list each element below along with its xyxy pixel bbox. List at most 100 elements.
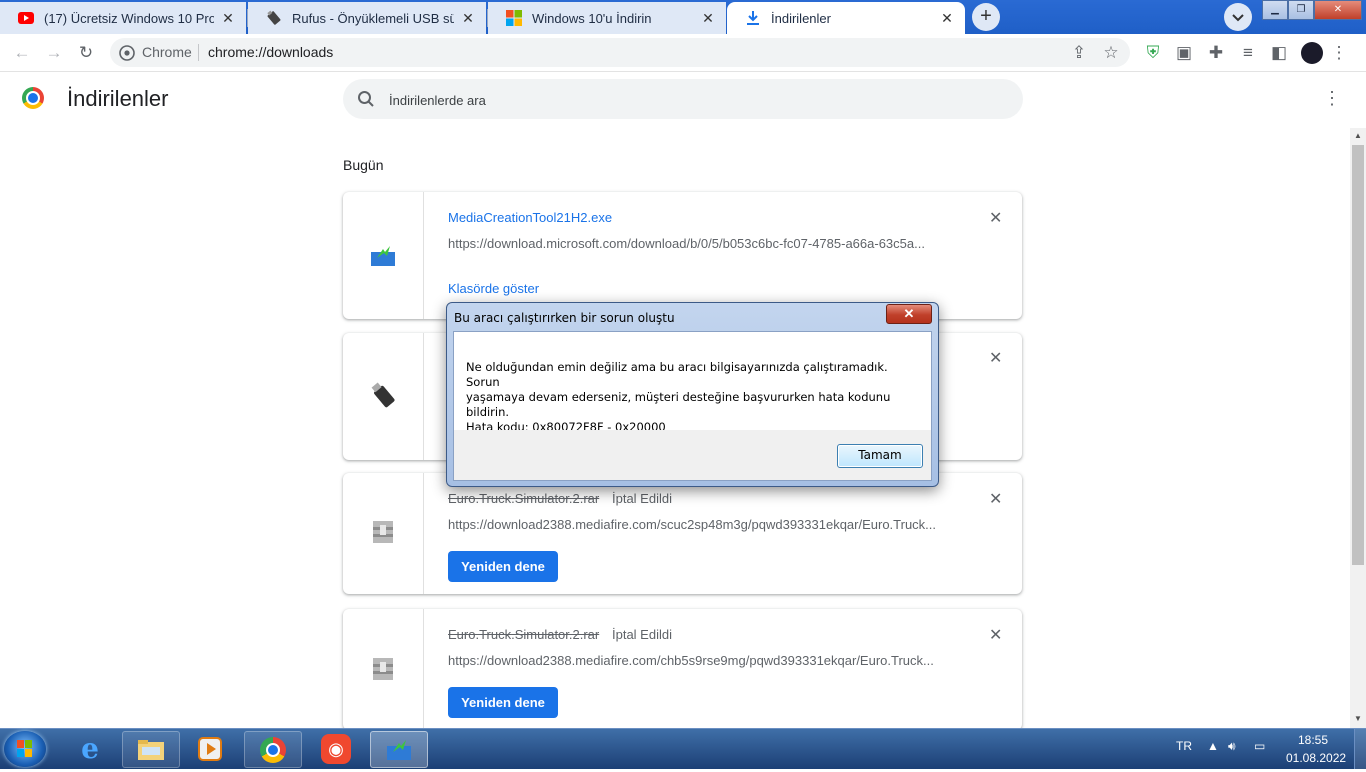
- download-filename: Euro.Truck.Simulator.2.rar: [448, 627, 600, 642]
- bookmark-star-icon[interactable]: ☆: [1100, 42, 1122, 64]
- start-button[interactable]: [4, 731, 46, 767]
- download-status: İptal Edildi: [612, 627, 672, 642]
- show-in-folder-link[interactable]: Klasörde göster: [448, 281, 539, 296]
- chrome-taskbar-icon[interactable]: [244, 731, 302, 768]
- download-url[interactable]: https://download2388.mediafire.com/chb5s…: [448, 653, 934, 668]
- clock-date[interactable]: 01.08.2022: [1286, 751, 1346, 765]
- back-arrow-icon[interactable]: ←: [11, 42, 33, 64]
- media-creation-tool-taskbar-icon[interactable]: [370, 731, 428, 768]
- network-icon[interactable]: ▭: [1254, 739, 1265, 753]
- tab-close-icon[interactable]: ✕: [220, 10, 236, 27]
- minimize-button[interactable]: ▁: [1262, 0, 1288, 20]
- chevron-down-icon: [1232, 14, 1244, 22]
- dialog-message: Ne olduğundan emin değiliz ama bu aracı …: [466, 360, 916, 435]
- ok-button[interactable]: Tamam: [837, 444, 923, 468]
- download-item: Euro.Truck.Simulator.2.rar İptal Edildi …: [343, 609, 1022, 730]
- search-input[interactable]: [387, 87, 991, 113]
- scroll-down-arrow-icon[interactable]: ▼: [1353, 714, 1363, 723]
- error-dialog: Bu aracı çalıştırırken bir sorun oluştu …: [446, 302, 939, 487]
- tab-windows10[interactable]: Windows 10'u İndirin ✕: [488, 2, 726, 34]
- file-icon-column: [343, 192, 424, 319]
- chrome-logo-icon: [22, 87, 44, 109]
- tab-close-icon[interactable]: ✕: [460, 10, 476, 27]
- tab-downloads[interactable]: İndirilenler ✕: [727, 2, 965, 34]
- windows-taskbar: e ◉ TR ▲ 🔊︎ ▭ 18:55 01.08.2022: [0, 728, 1366, 769]
- download-filename[interactable]: MediaCreationTool21H2.exe: [448, 210, 612, 225]
- tab-title: Rufus - Önyüklemeli USB sürücü: [292, 10, 454, 26]
- media-player-taskbar-icon[interactable]: [182, 731, 238, 766]
- forward-arrow-icon[interactable]: →: [43, 42, 65, 64]
- tab-strip: (17) Ücretsiz Windows 10 Pro Na ✕ Rufus …: [0, 0, 1366, 34]
- dialog-message-line: Ne olduğundan emin değiliz ama bu aracı …: [466, 360, 888, 389]
- dialog-title: Bu aracı çalıştırırken bir sorun oluştu: [454, 311, 675, 325]
- retry-button[interactable]: Yeniden dene: [448, 687, 558, 718]
- download-url[interactable]: https://download2388.mediafire.com/scuc2…: [448, 517, 936, 532]
- dialog-close-button[interactable]: ✕: [886, 304, 932, 324]
- volume-icon[interactable]: 🔊︎: [1228, 739, 1236, 754]
- clock-time[interactable]: 18:55: [1298, 733, 1328, 747]
- address-bar[interactable]: Chrome chrome://downloads ⇪ ☆: [110, 38, 1130, 67]
- omnibox-url[interactable]: chrome://downloads: [208, 44, 333, 60]
- download-item: Euro.Truck.Simulator.2.rar İptal Edildi …: [343, 473, 1022, 594]
- reload-icon[interactable]: ↻: [75, 42, 97, 64]
- youtube-icon: [18, 10, 34, 26]
- shield-extension-icon[interactable]: ⛨: [1142, 42, 1164, 64]
- tab-close-icon[interactable]: ✕: [700, 10, 716, 27]
- archive-icon: [373, 658, 393, 680]
- tab-title: Windows 10'u İndirin: [532, 10, 652, 26]
- dialog-footer: Tamam: [454, 430, 931, 480]
- media-queue-icon[interactable]: ≡: [1237, 42, 1259, 64]
- tab-title: (17) Ücretsiz Windows 10 Pro Na: [44, 10, 214, 26]
- download-icon: [745, 10, 761, 26]
- remove-download-icon[interactable]: ✕: [989, 489, 1002, 509]
- show-hidden-icons-icon[interactable]: ▲: [1207, 739, 1219, 753]
- remove-download-icon[interactable]: ✕: [989, 625, 1002, 645]
- remove-download-icon[interactable]: ✕: [989, 208, 1002, 228]
- dialog-message-line: yaşamaya devam ederseniz, müşteri desteğ…: [466, 390, 891, 419]
- remove-download-icon[interactable]: ✕: [989, 348, 1002, 368]
- tab-close-icon[interactable]: ✕: [939, 10, 955, 27]
- show-desktop-button[interactable]: [1354, 729, 1366, 769]
- file-explorer-taskbar-icon[interactable]: [122, 731, 180, 768]
- page-title: İndirilenler: [67, 86, 169, 111]
- share-icon[interactable]: ⇪: [1068, 42, 1090, 64]
- search-icon: [358, 91, 374, 107]
- side-panel-icon[interactable]: ◧: [1268, 42, 1290, 64]
- maximize-button[interactable]: ❐: [1288, 0, 1314, 20]
- date-group-header: Bugün: [343, 157, 384, 173]
- omnibox-divider: [198, 44, 199, 61]
- profile-avatar[interactable]: [1301, 42, 1323, 64]
- scrollbar-thumb[interactable]: [1352, 145, 1364, 565]
- archive-icon: [373, 521, 393, 543]
- dialog-body: Ne olduğundan emin değiliz ama bu aracı …: [453, 331, 932, 481]
- download-item: MediaCreationTool21H2.exe https://downlo…: [343, 192, 1022, 319]
- puzzle-extensions-icon[interactable]: ✚: [1205, 42, 1227, 64]
- tab-title: İndirilenler: [771, 10, 831, 26]
- tab-search-button[interactable]: [1224, 3, 1252, 31]
- more-vertical-icon[interactable]: ⋮: [1328, 42, 1350, 64]
- file-icon-column: [343, 609, 424, 730]
- extension-icon[interactable]: ▣: [1173, 42, 1195, 64]
- tab-rufus[interactable]: Rufus - Önyüklemeli USB sürücü ✕: [248, 2, 486, 34]
- usb-drive-icon: [371, 382, 395, 408]
- media-creation-tool-icon: [371, 246, 395, 266]
- app-taskbar-icon[interactable]: ◉: [308, 731, 364, 766]
- tab-youtube[interactable]: (17) Ücretsiz Windows 10 Pro Na ✕: [0, 2, 246, 34]
- download-url[interactable]: https://download.microsoft.com/download/…: [448, 236, 925, 251]
- scroll-up-arrow-icon[interactable]: ▲: [1353, 131, 1363, 140]
- retry-button[interactable]: Yeniden dene: [448, 551, 558, 582]
- new-tab-button[interactable]: +: [972, 3, 1000, 31]
- internet-explorer-taskbar-icon[interactable]: e: [62, 731, 118, 766]
- browser-toolbar: ← → ↻ Chrome chrome://downloads ⇪ ☆ ⛨ ▣ …: [0, 34, 1366, 72]
- download-filename: Euro.Truck.Simulator.2.rar: [448, 491, 600, 506]
- windows-logo-icon: [506, 10, 522, 26]
- windows-logo-icon: [17, 740, 32, 757]
- downloads-search[interactable]: [343, 79, 1023, 119]
- more-menu-icon[interactable]: ⋮: [1322, 88, 1342, 110]
- download-status: İptal Edildi: [612, 491, 672, 506]
- omnibox-scheme-label: Chrome: [142, 44, 192, 60]
- close-window-button[interactable]: ✕: [1314, 0, 1362, 20]
- usb-drive-icon: [266, 10, 282, 26]
- language-indicator[interactable]: TR: [1176, 739, 1192, 753]
- file-icon-column: [343, 333, 424, 460]
